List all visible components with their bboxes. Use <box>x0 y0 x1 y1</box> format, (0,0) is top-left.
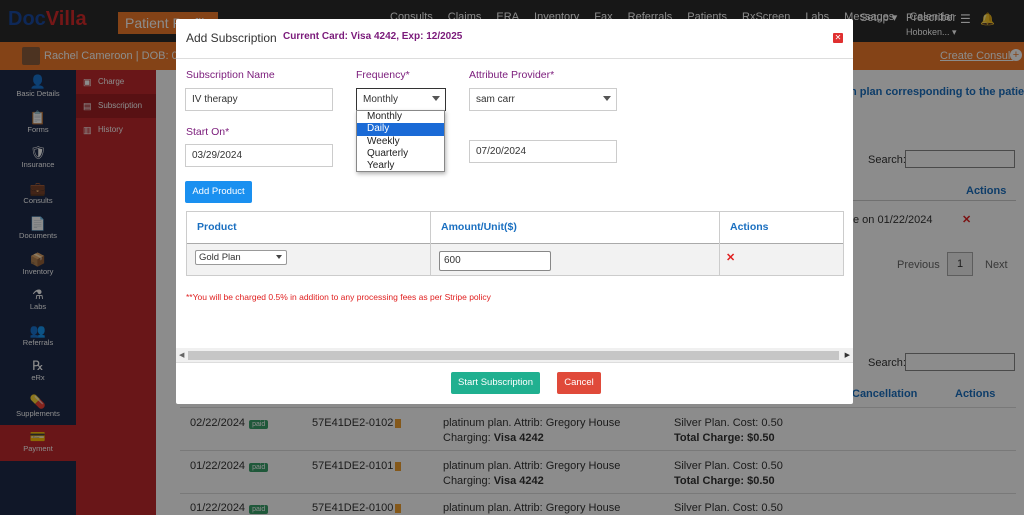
horizontal-scrollbar[interactable]: ◀ ▶ <box>176 348 853 362</box>
frequency-select[interactable]: Monthly <box>356 88 446 111</box>
delete-icon[interactable]: ✕ <box>726 251 735 264</box>
close-icon[interactable]: ✕ <box>833 33 843 43</box>
actions-header: Actions <box>730 221 769 233</box>
table-row: Gold Plan 600 ✕ <box>187 243 843 275</box>
divider <box>430 212 431 275</box>
start-subscription-button[interactable]: Start Subscription <box>451 372 540 394</box>
start-on-label: Start On* <box>186 126 230 138</box>
scroll-left-icon[interactable]: ◀ <box>179 351 184 359</box>
frequency-dropdown: Monthly Daily Weekly Quarterly Yearly <box>356 110 445 172</box>
attribute-provider-label: Attribute Provider* <box>469 69 555 81</box>
frequency-option-weekly[interactable]: Weekly <box>357 136 444 148</box>
modal-title: Add Subscription <box>186 31 277 45</box>
amount-header: Amount/Unit($) <box>441 221 517 233</box>
chevron-down-icon <box>432 96 440 101</box>
divider <box>176 58 853 59</box>
add-subscription-modal: Add Subscription Current Card: Visa 4242… <box>176 19 853 404</box>
product-header: Product <box>197 221 237 233</box>
divider <box>719 212 720 275</box>
current-card: Current Card: Visa 4242, Exp: 12/2025 <box>283 31 463 42</box>
subscription-name-input[interactable]: IV therapy <box>185 88 333 111</box>
add-product-button[interactable]: Add Product <box>185 181 252 203</box>
divider <box>176 362 853 363</box>
amount-input[interactable]: 600 <box>439 251 551 271</box>
chevron-down-icon <box>276 255 282 259</box>
frequency-label: Frequency* <box>356 69 410 81</box>
scroll-thumb[interactable] <box>188 351 839 360</box>
scroll-right-icon[interactable]: ▶ <box>845 351 850 359</box>
cancel-button[interactable]: Cancel <box>557 372 601 394</box>
product-select[interactable]: Gold Plan <box>195 250 287 265</box>
frequency-option-daily[interactable]: Daily <box>357 123 444 136</box>
subscription-name-label: Subscription Name <box>186 69 275 81</box>
product-table: Product Amount/Unit($) Actions Gold Plan… <box>186 211 844 276</box>
attribute-provider-select[interactable]: sam carr <box>469 88 617 111</box>
end-date-input[interactable]: 07/20/2024 <box>469 140 617 163</box>
stripe-fee-note: **You will be charged 0.5% in addition t… <box>186 292 491 302</box>
frequency-option-quarterly[interactable]: Quarterly <box>357 148 444 160</box>
frequency-option-yearly[interactable]: Yearly <box>357 160 444 172</box>
start-date-input[interactable]: 03/29/2024 <box>185 144 333 167</box>
chevron-down-icon <box>603 96 611 101</box>
frequency-option-monthly[interactable]: Monthly <box>357 111 444 123</box>
